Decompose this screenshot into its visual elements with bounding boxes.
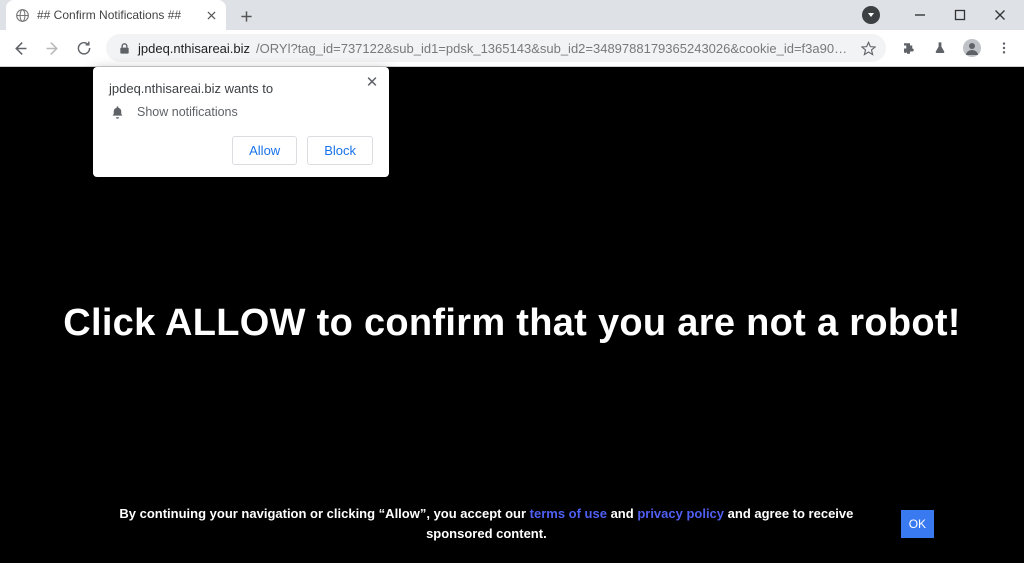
back-button[interactable] (6, 34, 34, 62)
close-tab-icon[interactable] (204, 8, 218, 22)
browser-toolbar: jpdeq.nthisareai.biz/ORYl?tag_id=737122&… (0, 30, 1024, 67)
lock-icon (116, 40, 132, 56)
profile-button[interactable] (958, 34, 986, 62)
dialog-body-row: Show notifications (109, 104, 373, 120)
terms-of-use-link[interactable]: terms of use (530, 506, 607, 521)
footer-text: By continuing your navigation or clickin… (90, 504, 883, 543)
footer-mid: and (607, 506, 637, 521)
tab-strip: ## Confirm Notifications ## (0, 0, 1024, 30)
page-content: ✕ jpdeq.nthisareai.biz wants to Show not… (0, 67, 1024, 563)
browser-tab[interactable]: ## Confirm Notifications ## (6, 0, 226, 30)
labs-button[interactable] (926, 34, 954, 62)
url-domain: jpdeq.nthisareai.biz (138, 41, 250, 56)
browser-chrome: ## Confirm Notifications ## jpdeq.nthisa… (0, 0, 1024, 67)
menu-button[interactable] (990, 34, 1018, 62)
url-path: /ORYl?tag_id=737122&sub_id1=pdsk_1365143… (256, 41, 854, 56)
tab-title: ## Confirm Notifications ## (37, 8, 197, 22)
allow-button[interactable]: Allow (232, 136, 297, 165)
reload-button[interactable] (70, 34, 98, 62)
footer: By continuing your navigation or clickin… (0, 504, 1024, 543)
close-dialog-button[interactable]: ✕ (363, 73, 381, 91)
dialog-actions: Allow Block (109, 136, 373, 165)
hero-text: Click ALLOW to confirm that you are not … (0, 302, 1024, 345)
extensions-button[interactable] (894, 34, 922, 62)
block-button[interactable]: Block (307, 136, 373, 165)
new-tab-button[interactable] (232, 2, 260, 30)
star-icon[interactable] (860, 40, 876, 56)
bell-icon (109, 104, 125, 120)
forward-button (38, 34, 66, 62)
globe-icon (14, 7, 30, 23)
notification-permission-dialog: ✕ jpdeq.nthisareai.biz wants to Show not… (93, 67, 389, 177)
privacy-policy-link[interactable]: privacy policy (637, 506, 724, 521)
footer-pre: By continuing your navigation or clickin… (119, 506, 529, 521)
dialog-title: jpdeq.nthisareai.biz wants to (109, 81, 373, 96)
address-bar[interactable]: jpdeq.nthisareai.biz/ORYl?tag_id=737122&… (106, 34, 886, 62)
dialog-body-text: Show notifications (137, 105, 238, 119)
ok-button[interactable]: OK (901, 510, 934, 538)
